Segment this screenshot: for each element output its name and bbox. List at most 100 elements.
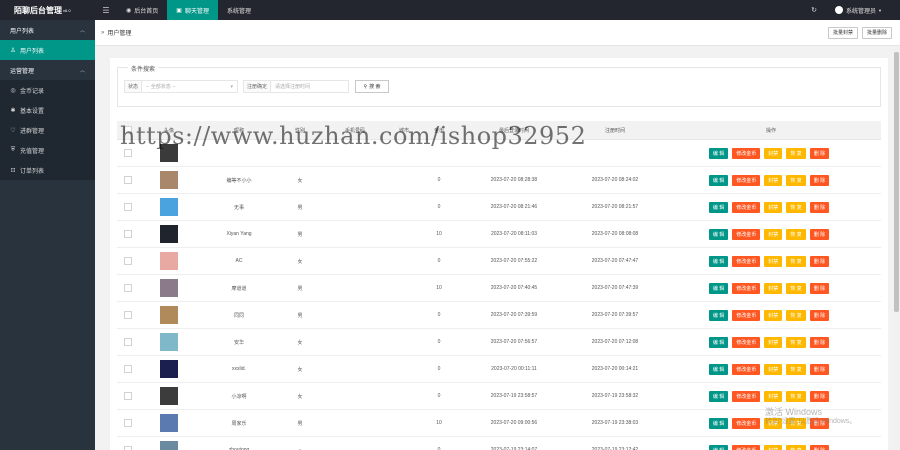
delete-button[interactable]: 删 除 <box>809 390 830 402</box>
sidebar-item-coin-records[interactable]: ◎ 金币记录 <box>0 80 95 100</box>
edit-button[interactable]: 编 辑 <box>708 363 729 375</box>
restore-button[interactable]: 恢 复 <box>786 444 806 450</box>
row-checkbox[interactable] <box>124 446 132 450</box>
gender: 女 <box>297 177 303 184</box>
bulk-ban-button[interactable]: 批量封禁 <box>827 26 858 39</box>
restore-button[interactable]: 恢 复 <box>786 201 806 213</box>
row-checkbox[interactable] <box>124 257 132 265</box>
row-checkbox[interactable] <box>124 311 132 319</box>
edit-coins-button[interactable]: 修改金币 <box>732 255 761 267</box>
ban-button[interactable]: 封禁 <box>764 174 783 186</box>
restore-button[interactable]: 恢 复 <box>786 228 806 240</box>
register-time-input[interactable]: 请选择注册时间 <box>271 80 350 93</box>
tab-system-management[interactable]: 系统管理 <box>218 0 260 20</box>
edit-button[interactable]: 编 辑 <box>708 255 729 267</box>
brand-logo[interactable]: 陌聊后台管理 v6.0 <box>0 0 95 20</box>
row-checkbox[interactable] <box>124 149 132 157</box>
sidebar-group-users[interactable]: 用户列表 ︿ <box>0 20 95 40</box>
delete-button[interactable]: 删 除 <box>809 201 830 213</box>
refresh-icon[interactable]: ↻ <box>811 6 817 14</box>
edit-button[interactable]: 编 辑 <box>708 201 729 213</box>
row-checkbox[interactable] <box>124 203 132 211</box>
tab-chat-management[interactable]: ▣ 聊天管理 <box>167 0 218 20</box>
delete-button[interactable]: 删 除 <box>809 255 830 267</box>
ban-button[interactable]: 封禁 <box>764 228 783 240</box>
delete-button[interactable]: 删 除 <box>809 147 830 159</box>
delete-button[interactable]: 删 除 <box>809 363 830 375</box>
row-checkbox[interactable] <box>124 365 132 373</box>
sidebar-item-orders[interactable]: ⊡ 订单列表 <box>0 160 95 180</box>
search-button[interactable]: ⚲ 搜 索 <box>355 80 390 93</box>
register-time: 2023-07-20 00:14:21 <box>591 366 639 372</box>
row-checkbox[interactable] <box>124 392 132 400</box>
sidebar-item-basic-settings[interactable]: ✱ 基本设置 <box>0 100 95 120</box>
delete-button[interactable]: 删 除 <box>809 336 830 348</box>
edit-coins-button[interactable]: 修改金币 <box>732 174 761 186</box>
ban-button[interactable]: 封禁 <box>764 201 783 213</box>
restore-button[interactable]: 恢 复 <box>786 363 806 375</box>
avatar-cell <box>139 387 199 405</box>
row-checkbox[interactable] <box>124 230 132 238</box>
restore-button[interactable]: 恢 复 <box>786 336 806 348</box>
scrollbar[interactable] <box>893 46 900 450</box>
restore-button[interactable]: 恢 复 <box>786 390 806 402</box>
ban-button[interactable]: 封禁 <box>764 336 783 348</box>
tab-dashboard[interactable]: ◉ 后台首页 <box>117 0 167 20</box>
sidebar-group-operations[interactable]: 运营管理 ︿ <box>0 60 95 80</box>
ban-button[interactable]: 封禁 <box>764 147 783 159</box>
edit-coins-button[interactable]: 修改金币 <box>732 444 761 450</box>
restore-button[interactable]: 恢 复 <box>786 255 806 267</box>
edit-button[interactable]: 编 辑 <box>708 147 729 159</box>
restore-button[interactable]: 恢 复 <box>786 147 806 159</box>
ban-button[interactable]: 封禁 <box>764 363 783 375</box>
edit-coins-button[interactable]: 修改金币 <box>732 282 761 294</box>
edit-coins-button[interactable]: 修改金币 <box>732 417 761 429</box>
edit-button[interactable]: 编 辑 <box>708 390 729 402</box>
row-checkbox[interactable] <box>124 284 132 292</box>
sidebar-item-user-list[interactable]: ♙ 用户列表 <box>0 40 95 60</box>
delete-button[interactable]: 删 除 <box>809 282 830 294</box>
scrollbar-thumb[interactable] <box>894 52 899 312</box>
edit-coins-button[interactable]: 修改金币 <box>732 228 761 240</box>
delete-button[interactable]: 删 除 <box>809 228 830 240</box>
ban-button[interactable]: 封禁 <box>764 255 783 267</box>
row-checkbox[interactable] <box>124 176 132 184</box>
ban-button[interactable]: 封禁 <box>764 282 783 294</box>
restore-button[interactable]: 恢 复 <box>786 282 806 294</box>
edit-coins-button[interactable]: 修改金币 <box>732 309 761 321</box>
edit-button[interactable]: 编 辑 <box>708 417 729 429</box>
bulk-delete-button[interactable]: 批量删除 <box>861 26 892 39</box>
ban-button[interactable]: 封禁 <box>764 390 783 402</box>
edit-coins-button[interactable]: 修改金币 <box>732 336 761 348</box>
row-checkbox[interactable] <box>124 338 132 346</box>
coins: 10 <box>436 285 442 291</box>
edit-button[interactable]: 编 辑 <box>708 336 729 348</box>
menu-toggle-icon[interactable]: ☰ <box>95 6 117 15</box>
restore-button[interactable]: 恢 复 <box>786 174 806 186</box>
sidebar-item-recharge[interactable]: ⛨ 充值管理 <box>0 140 95 160</box>
ban-button[interactable]: 封禁 <box>764 309 783 321</box>
status-select[interactable]: -- 全部状态 -- ▾ <box>142 80 239 93</box>
coins: 10 <box>436 231 442 237</box>
ban-button[interactable]: 封禁 <box>764 444 783 450</box>
delete-button[interactable]: 删 除 <box>809 174 830 186</box>
activation-title: 激活 Windows <box>765 407 823 417</box>
gender: 女 <box>297 258 303 265</box>
edit-button[interactable]: 编 辑 <box>708 228 729 240</box>
column-header: 操作 <box>765 127 776 134</box>
edit-button[interactable]: 编 辑 <box>708 444 729 450</box>
delete-button[interactable]: 删 除 <box>809 309 830 321</box>
delete-button[interactable]: 删 除 <box>809 444 830 450</box>
edit-button[interactable]: 编 辑 <box>708 282 729 294</box>
row-checkbox[interactable] <box>124 419 132 427</box>
edit-coins-button[interactable]: 修改金币 <box>732 201 761 213</box>
edit-button[interactable]: 编 辑 <box>708 174 729 186</box>
user-menu[interactable]: 系统管理员 ▼ <box>835 6 882 15</box>
edit-coins-button[interactable]: 修改金币 <box>732 390 761 402</box>
edit-coins-button[interactable]: 修改金币 <box>732 147 761 159</box>
edit-coins-button[interactable]: 修改金币 <box>732 363 761 375</box>
avatar-cell <box>139 279 199 297</box>
edit-button[interactable]: 编 辑 <box>708 309 729 321</box>
restore-button[interactable]: 恢 复 <box>786 309 806 321</box>
sidebar-item-group-management[interactable]: ♡ 进群管理 <box>0 120 95 140</box>
